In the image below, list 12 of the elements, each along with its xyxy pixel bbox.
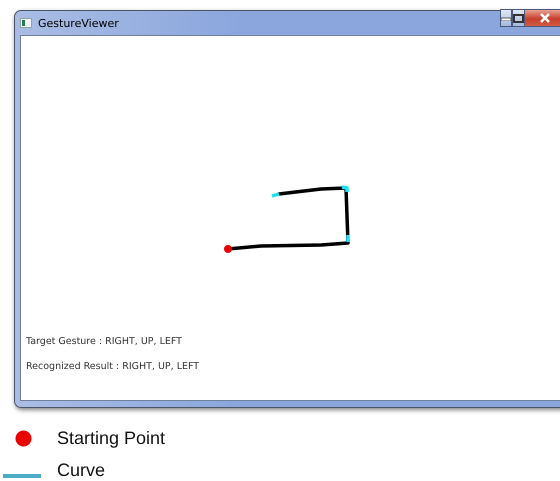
close-icon xyxy=(538,13,550,23)
minimize-icon xyxy=(501,15,511,21)
target-gesture-text: Target Gesture : RIGHT, UP, LEFT xyxy=(26,336,183,347)
window-title: GestureViewer xyxy=(38,16,119,30)
maximize-icon xyxy=(513,14,524,22)
recognized-result-text: Recognized Result : RIGHT, UP, LEFT xyxy=(26,361,200,372)
legend-label: Curve xyxy=(57,460,106,480)
maximize-button[interactable] xyxy=(512,9,525,27)
close-button[interactable] xyxy=(525,9,560,27)
minimize-button[interactable] xyxy=(500,9,512,27)
legend-label: Starting Point xyxy=(57,428,166,448)
app-icon xyxy=(20,18,32,28)
